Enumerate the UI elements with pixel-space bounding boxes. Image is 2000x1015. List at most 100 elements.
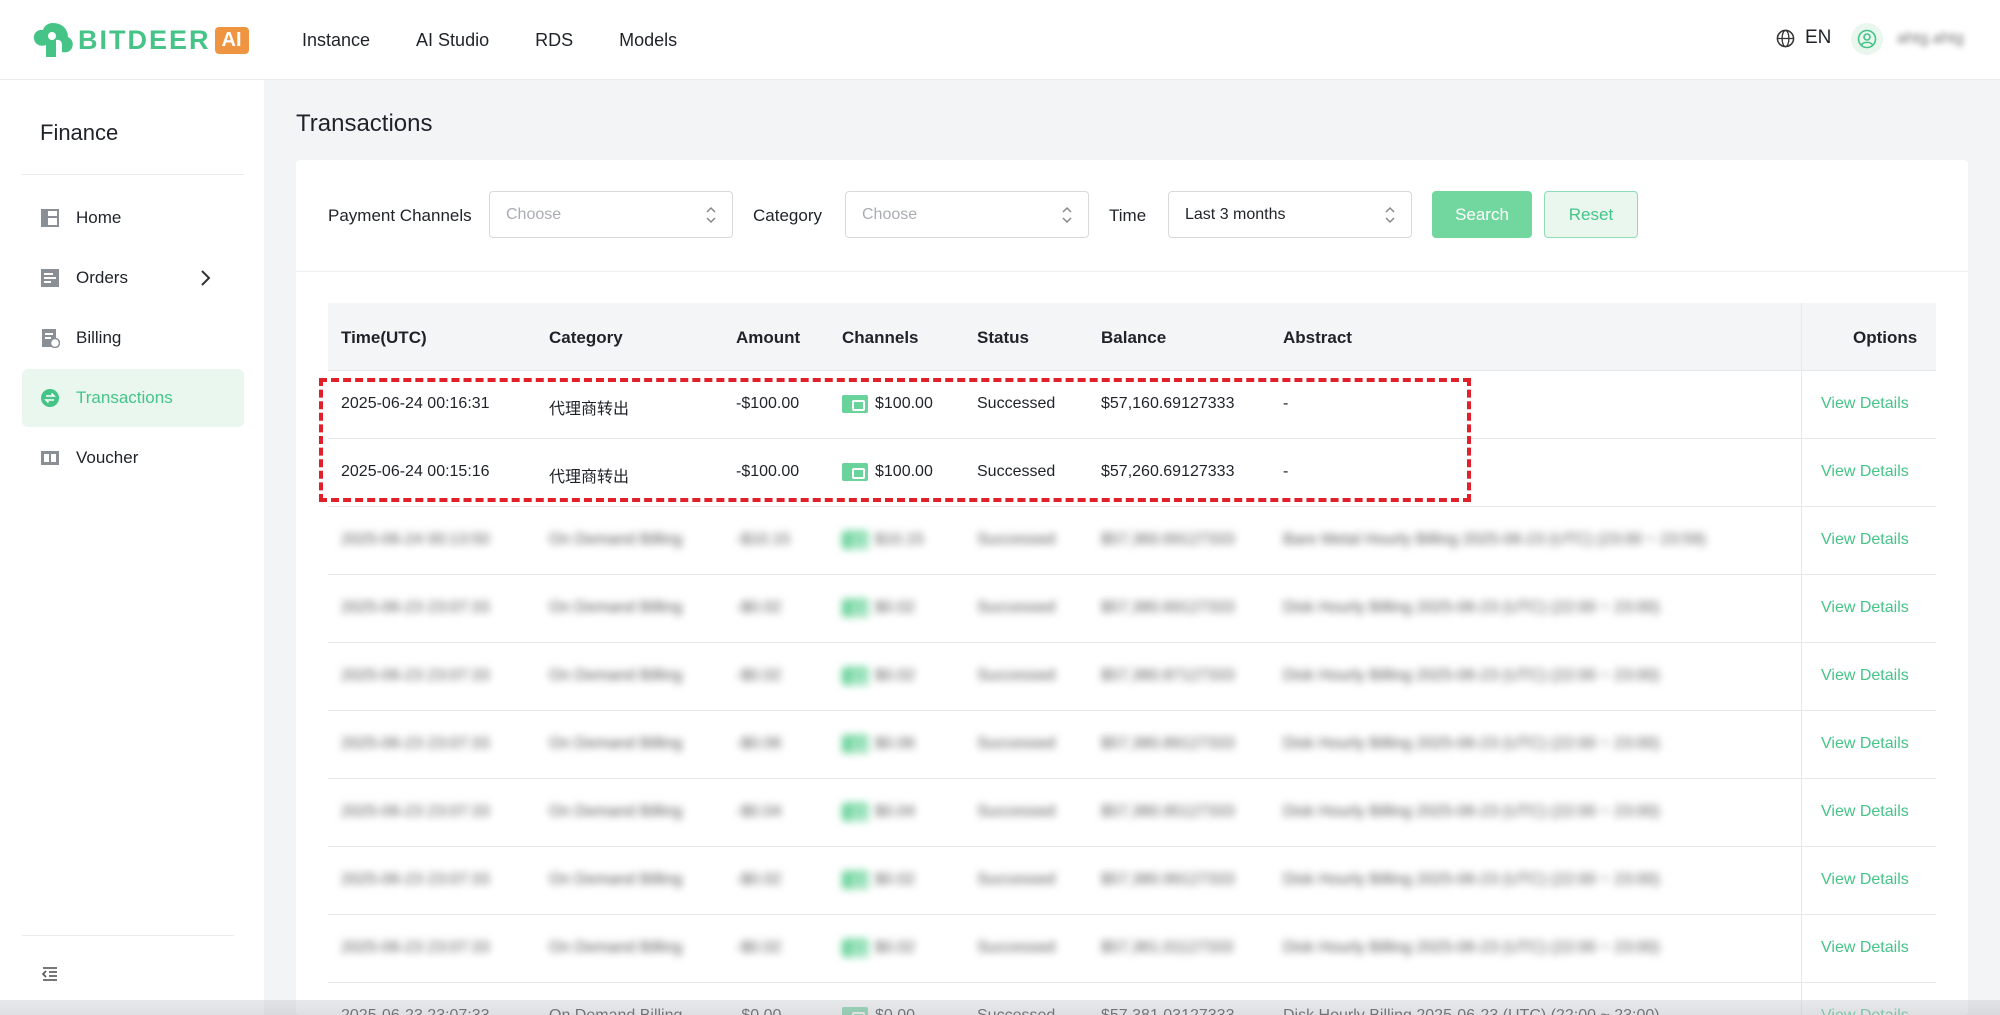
logo-badge: AI	[214, 26, 249, 54]
view-details-link[interactable]: View Details	[1821, 939, 1909, 957]
bottom-edge	[0, 1000, 2000, 1015]
cell-balance: $57,380.87127333	[1101, 667, 1235, 684]
view-details-link[interactable]: View Details	[1821, 599, 1909, 617]
category-label: Category	[753, 206, 822, 225]
channel-amount: $100.00	[875, 463, 933, 480]
view-details-link[interactable]: View Details	[1821, 803, 1909, 821]
cell-balance: $57,380.89127333	[1101, 735, 1235, 752]
channel-amount: $100.00	[875, 395, 933, 412]
chevron-right-icon	[201, 270, 211, 286]
search-button[interactable]: Search	[1432, 191, 1532, 238]
wallet-card-icon	[842, 667, 868, 685]
table-row: 2025-06-24 00:13:50 On Demand Billing -$10…	[328, 507, 1936, 575]
channel-amount: $10.15	[875, 531, 924, 548]
wallet-card-icon	[842, 735, 868, 753]
view-details-link[interactable]: View Details	[1821, 531, 1909, 549]
nav-models[interactable]: Models	[619, 30, 677, 51]
sidebar-item-billing[interactable]: Billing	[22, 309, 244, 367]
cell-category: On Demand Billing	[549, 667, 683, 684]
cell-channel: $10.15	[842, 531, 924, 549]
cell-amount: -$0.02	[736, 667, 782, 684]
cell-status: Successed	[977, 871, 1056, 888]
cell-category: On Demand Billing	[549, 939, 683, 956]
cell-time: 2025-06-23 23:07:33	[341, 667, 490, 684]
sidebar-item-transactions[interactable]: Transactions	[22, 369, 244, 427]
logo-mark-icon	[32, 21, 74, 59]
column-header: Abstract	[1283, 328, 1352, 347]
cell-channel: $0.02	[842, 599, 915, 617]
view-details-link[interactable]: View Details	[1821, 735, 1909, 753]
collapse-sidebar-icon[interactable]	[40, 964, 60, 984]
sidebar-item-home[interactable]: Home	[22, 189, 244, 247]
dashboard-icon	[41, 209, 59, 227]
cell-channel: $0.02	[842, 667, 915, 685]
view-details-link[interactable]: View Details	[1821, 871, 1909, 889]
user-avatar-icon	[1851, 23, 1883, 55]
bitdeer-logo[interactable]: BITDEER AI	[32, 20, 249, 60]
column-header: Amount	[736, 328, 801, 347]
username: ahtg.ahtg	[1897, 30, 1964, 47]
category-select[interactable]: Choose	[845, 191, 1089, 238]
cell-channel: $100.00	[842, 463, 933, 481]
column-header: Channels	[842, 328, 919, 347]
cell-time: 2025-06-23 23:07:33	[341, 599, 490, 616]
cell-balance: $57,380.95127333	[1101, 803, 1235, 820]
sort-caret-icon	[1062, 206, 1072, 224]
nav-rds[interactable]: RDS	[535, 30, 573, 51]
cell-status: Successed	[977, 735, 1056, 752]
view-details-link[interactable]: View Details	[1821, 463, 1909, 481]
cell-category: On Demand Billing	[549, 735, 683, 752]
nav-ai-studio[interactable]: AI Studio	[416, 30, 489, 51]
cell-balance: $57,260.69127333	[1101, 463, 1235, 480]
reset-button[interactable]: Reset	[1544, 191, 1638, 238]
options-column-divider	[1801, 303, 1802, 1015]
cell-abstract: Disk Hourly Billing 2025-06-23 (UTC) (22…	[1283, 803, 1660, 820]
cell-amount: -$100.00	[736, 463, 800, 480]
cell-category: On Demand Billing	[549, 531, 683, 548]
column-header: Time(UTC)	[341, 328, 427, 347]
cell-time: 2025-06-24 00:13:50	[341, 531, 490, 548]
table-row: 2025-06-23 23:07:33 On Demand Billing -$0.…	[328, 847, 1936, 915]
channel-amount: $0.02	[875, 939, 916, 956]
cell-channel: $0.04	[842, 803, 915, 821]
channel-amount: $0.02	[875, 667, 916, 684]
cell-abstract: Disk Hourly Billing 2025-06-23 (UTC) (22…	[1283, 735, 1660, 752]
divider	[22, 174, 244, 175]
cell-abstract: Disk Hourly Billing 2025-06-23 (UTC) (22…	[1283, 599, 1660, 616]
view-details-link[interactable]: View Details	[1821, 667, 1909, 685]
sidebar-item-label: Voucher	[76, 448, 139, 467]
language-switcher[interactable]: EN	[1776, 27, 1831, 49]
cell-status: Successed	[977, 463, 1056, 480]
cell-channel: $0.02	[842, 871, 915, 889]
cell-time: 2025-06-23 23:07:33	[341, 803, 490, 820]
cell-status: Successed	[977, 939, 1056, 956]
table-header: Time(UTC) Category Amount Channels Statu…	[328, 303, 1936, 371]
page-title: Transactions	[296, 110, 433, 137]
table-row: 2025-06-23 23:07:33 On Demand Billing -$0.…	[328, 915, 1936, 983]
table-row: 2025-06-24 00:16:31 代理商转出 -$100.00 $100.00 S…	[328, 371, 1936, 439]
transactions-card: Payment Channels Choose Category Choose …	[296, 160, 1968, 1015]
channel-amount: $0.02	[875, 599, 916, 616]
table-row: 2025-06-23 23:07:33 On Demand Billing -$0.…	[328, 779, 1936, 847]
globe-icon	[1776, 29, 1795, 47]
view-details-link[interactable]: View Details	[1821, 395, 1909, 413]
voucher-icon	[41, 451, 59, 465]
time-select[interactable]: Last 3 months	[1168, 191, 1412, 238]
top-bar: BITDEER AI Instance AI Studio RDS Models…	[0, 0, 2000, 80]
cell-category: On Demand Billing	[549, 871, 683, 888]
select-placeholder: Choose	[506, 205, 562, 223]
nav-instance[interactable]: Instance	[302, 30, 370, 51]
cell-abstract: -	[1283, 395, 1289, 412]
cell-balance: $57,381.01127333	[1101, 939, 1234, 956]
payment-channels-select[interactable]: Choose	[489, 191, 733, 238]
user-menu[interactable]: ahtg.ahtg	[1851, 23, 1964, 55]
sidebar-item-orders[interactable]: Orders	[22, 249, 244, 307]
sort-caret-icon	[706, 206, 716, 224]
cell-amount: -$0.02	[736, 871, 782, 888]
sidebar-item-voucher[interactable]: Voucher	[22, 429, 244, 487]
cell-amount: -$0.06	[736, 735, 782, 752]
cell-category: On Demand Billing	[549, 803, 683, 820]
cell-amount: -$0.02	[736, 599, 782, 616]
filter-bar: Payment Channels Choose Category Choose …	[296, 160, 1968, 272]
wallet-card-icon	[842, 463, 868, 481]
